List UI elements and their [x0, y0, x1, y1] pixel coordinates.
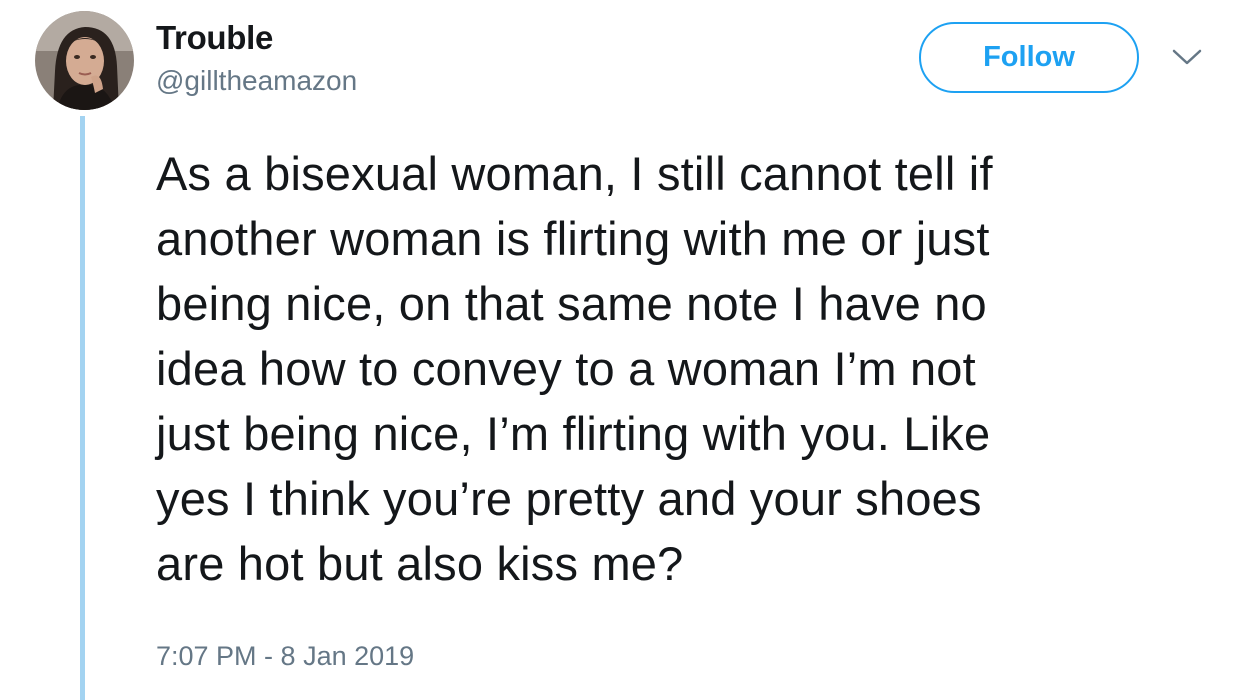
thread-connector-line [80, 116, 85, 700]
follow-button[interactable]: Follow [919, 22, 1139, 93]
user-handle[interactable]: @gilltheamazon [156, 63, 357, 99]
tweet-text: As a bisexual woman, I still cannot tell… [156, 147, 993, 590]
chevron-down-icon[interactable] [1170, 45, 1204, 69]
tweet-card: Trouble @gilltheamazon Follow As a bisex… [0, 0, 1245, 700]
display-name[interactable]: Trouble [156, 18, 273, 58]
tweet-timestamp[interactable]: 7:07 PM - 8 Jan 2019 [156, 638, 414, 674]
profile-photo-icon [35, 11, 134, 110]
avatar[interactable] [35, 11, 134, 110]
